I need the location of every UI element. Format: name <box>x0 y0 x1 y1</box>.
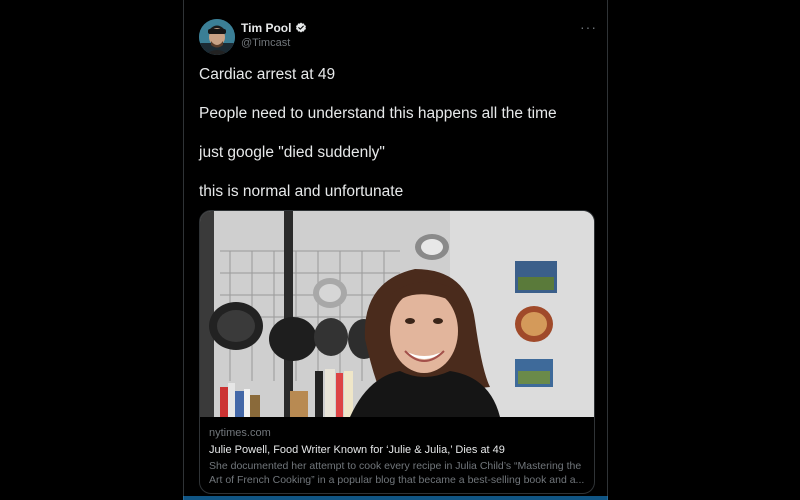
tweet-text-line-3: just google "died suddenly" <box>199 144 385 161</box>
more-options-icon[interactable]: ··· <box>580 20 597 34</box>
author-handle[interactable]: @Timcast <box>241 37 290 49</box>
link-preview-card[interactable]: nytimes.com Julie Powell, Food Writer Kn… <box>199 210 595 494</box>
author-name-row[interactable]: Tim Pool <box>241 21 307 35</box>
card-description-line-1: She documented her attempt to cook every… <box>209 460 582 472</box>
tweet-text-line-4: this is normal and unfortunate <box>199 183 404 200</box>
bottom-accent-strip <box>183 496 608 500</box>
card-title[interactable]: Julie Powell, Food Writer Known for ‘Jul… <box>209 444 505 456</box>
avatar-portrait <box>199 19 235 55</box>
avatar[interactable] <box>199 19 235 55</box>
card-domain: nytimes.com <box>209 427 271 439</box>
author-name[interactable]: Tim Pool <box>241 21 291 35</box>
tweet-text-line-1: Cardiac arrest at 49 <box>199 66 336 83</box>
tweet-text-line-2: People need to understand this happens a… <box>199 105 557 122</box>
card-description-line-2: Art of French Cooking” in a popular blog… <box>209 474 585 486</box>
article-photo <box>200 211 594 417</box>
verified-badge-icon <box>296 22 307 33</box>
card-description: She documented her attempt to cook every… <box>209 459 585 487</box>
